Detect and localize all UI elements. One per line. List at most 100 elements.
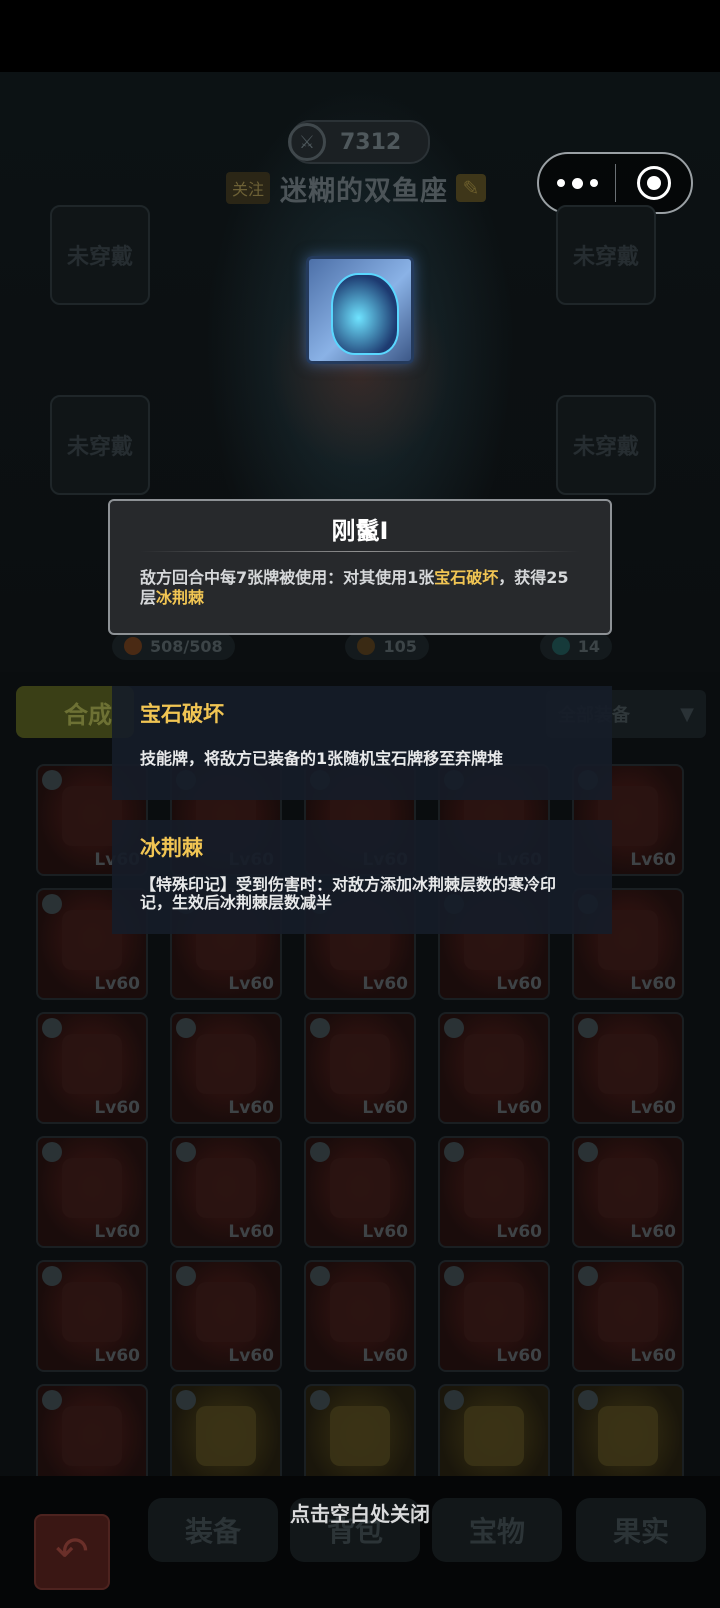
item-category-icon [310,1018,330,1038]
hp-stat: 508/508 [112,632,235,660]
equipment-item[interactable]: Lv60 [572,1260,684,1372]
item-level: Lv60 [228,1222,274,1242]
item-level: Lv60 [362,974,408,994]
defense-stat: 14 [539,632,612,660]
item-level: Lv60 [630,850,676,870]
follow-button[interactable]: 关注 [226,172,271,204]
item-level: Lv60 [496,1346,542,1366]
equipment-item[interactable]: Lv60 [36,1012,148,1124]
item-artwork-icon [196,1034,256,1094]
item-level: Lv60 [362,1098,408,1118]
item-level: Lv60 [362,1346,408,1366]
more-dots-icon[interactable] [539,177,615,189]
equipment-item[interactable]: Lv60 [572,1136,684,1248]
attack-stat: 105 [345,632,429,660]
equipment-item[interactable]: Lv60 [438,1136,550,1248]
equipment-item[interactable]: Lv60 [36,1260,148,1372]
item-level: Lv60 [228,1346,274,1366]
item-artwork-icon [464,1282,524,1342]
item-level: Lv60 [228,974,274,994]
close-target-icon[interactable] [616,166,691,200]
equipment-item[interactable]: Lv60 [304,1260,416,1372]
item-category-icon [444,1018,464,1038]
item-artwork-icon [330,1406,390,1466]
shield-icon [551,637,570,655]
item-category-icon [444,1142,464,1162]
item-artwork-icon [196,1282,256,1342]
item-category-icon [444,1390,464,1410]
item-category-icon [42,1142,62,1162]
equipment-item[interactable]: Lv60 [304,1136,416,1248]
item-level: Lv60 [228,1098,274,1118]
item-category-icon [310,1142,330,1162]
item-artwork-icon [598,1282,658,1342]
sword-icon [357,637,376,655]
tooltip-divider [140,551,580,552]
equipment-item[interactable]: Lv60 [438,1012,550,1124]
keyword-description: 技能牌，将敌方已装备的1张随机宝石牌移至弃牌堆 [140,749,504,768]
equipment-item[interactable]: Lv60 [170,1136,282,1248]
item-level: Lv60 [630,1222,676,1242]
edit-name-icon[interactable]: ✎ [456,174,487,202]
keyword-title: 冰荆棘 [140,836,203,860]
skill-title: 刚鬣I [331,517,389,545]
equip-slot-top-right[interactable]: 未穿戴 [556,205,656,305]
player-name-row: 关注 迷糊的双鱼座 ✎ [226,168,487,208]
item-level: Lv60 [496,1098,542,1118]
item-category-icon [578,1142,598,1162]
player-name: 迷糊的双鱼座 [280,175,449,207]
item-artwork-icon [464,1406,524,1466]
item-artwork-icon [62,1034,122,1094]
item-category-icon [42,1018,62,1038]
power-icon: ⚔ [288,123,326,161]
item-level: Lv60 [630,974,676,994]
item-artwork-icon [62,1158,122,1218]
heart-icon [124,637,142,655]
item-artwork-icon [196,1158,256,1218]
equipment-item[interactable]: Lv60 [170,1012,282,1124]
item-level: Lv60 [496,1222,542,1242]
equipment-item[interactable]: Lv60 [36,1136,148,1248]
item-artwork-icon [330,1034,390,1094]
item-level: Lv60 [496,974,542,994]
power-value: 7312 [340,129,402,155]
item-category-icon [176,1142,196,1162]
equipment-item[interactable]: Lv60 [304,1012,416,1124]
keyword-title: 宝石破坏 [140,702,224,726]
item-artwork-icon [598,1034,658,1094]
item-category-icon [42,1266,62,1286]
item-level: Lv60 [94,1346,140,1366]
skill-description: 敌方回合中每7张牌被使用：对其使用1张宝石破坏，获得25层冰荆棘 [140,568,569,607]
equipment-item[interactable]: Lv60 [438,1260,550,1372]
equip-slot-top-left[interactable]: 未穿戴 [50,205,150,305]
item-category-icon [176,1018,196,1038]
item-category-icon [578,1390,598,1410]
equip-slot-mid-right[interactable]: 未穿戴 [556,395,656,495]
item-level: Lv60 [630,1346,676,1366]
item-level: Lv60 [630,1098,676,1118]
item-artwork-icon [598,1406,658,1466]
power-badge: ⚔ 7312 [288,120,430,164]
keyword-tip-gem-break: 宝石破坏 技能牌，将敌方已装备的1张随机宝石牌移至弃牌堆 [112,686,612,800]
close-hint[interactable]: 点击空白处关闭 [0,1498,720,1527]
item-category-icon [578,1266,598,1286]
item-artwork-icon [62,1406,122,1466]
equipment-item[interactable]: Lv60 [170,1260,282,1372]
item-category-icon [310,1266,330,1286]
item-artwork-icon [196,1406,256,1466]
keyword-description: 【特殊印记】受到伤害时：对敌方添加冰荆棘层数的寒冷印记，生效后冰荆棘层数减半 [140,875,557,912]
item-level: Lv60 [94,974,140,994]
item-artwork-icon [62,1282,122,1342]
equip-slot-mid-left[interactable]: 未穿戴 [50,395,150,495]
equipment-item[interactable]: Lv60 [572,1012,684,1124]
item-level: Lv60 [94,1098,140,1118]
item-artwork-icon [598,1158,658,1218]
item-category-icon [42,770,62,790]
spiky-beast-icon [331,273,399,355]
item-artwork-icon [330,1158,390,1218]
item-artwork-icon [464,1034,524,1094]
item-category-icon [176,1390,196,1410]
item-category-icon [310,1390,330,1410]
skill-tooltip: 刚鬣I 敌方回合中每7张牌被使用：对其使用1张宝石破坏，获得25层冰荆棘 [108,499,612,635]
item-category-icon [42,1390,62,1410]
